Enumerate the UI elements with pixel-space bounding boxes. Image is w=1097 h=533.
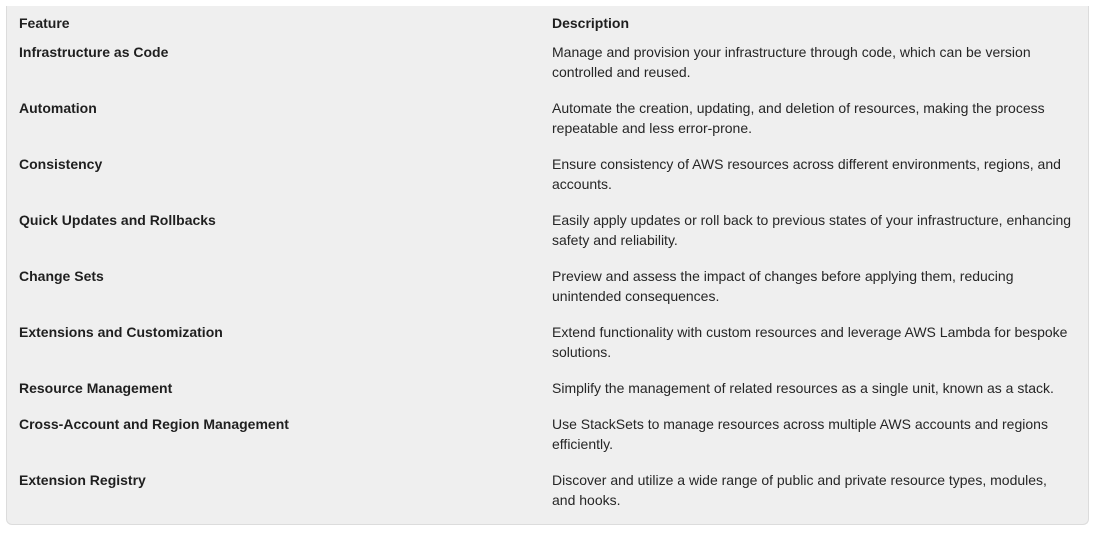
feature-table-container: Feature Description Infrastructure as Co… xyxy=(6,6,1089,525)
table-row: Infrastructure as Code Manage and provis… xyxy=(7,42,1088,98)
feature-cell: Change Sets xyxy=(19,268,104,284)
feature-cell: Automation xyxy=(19,100,97,116)
description-cell: Easily apply updates or roll back to pre… xyxy=(552,212,1072,248)
feature-cell: Quick Updates and Rollbacks xyxy=(19,212,216,228)
description-cell: Ensure consistency of AWS resources acro… xyxy=(552,156,1061,192)
description-cell: Simplify the management of related resou… xyxy=(552,380,1054,396)
feature-cell: Extensions and Customization xyxy=(19,324,223,340)
description-cell: Use StackSets to manage resources across… xyxy=(552,416,1048,452)
description-cell: Automate the creation, updating, and del… xyxy=(552,100,1045,136)
description-cell: Extend functionality with custom resourc… xyxy=(552,324,1068,360)
feature-cell: Extension Registry xyxy=(19,472,146,488)
table-row: Change Sets Preview and assess the impac… xyxy=(7,266,1088,322)
feature-cell: Cross-Account and Region Management xyxy=(19,416,289,432)
description-cell: Preview and assess the impact of changes… xyxy=(552,268,1014,304)
feature-cell: Consistency xyxy=(19,156,103,172)
feature-cell: Infrastructure as Code xyxy=(19,44,169,60)
table-row: Extensions and Customization Extend func… xyxy=(7,322,1088,378)
header-feature: Feature xyxy=(19,15,70,31)
header-description: Description xyxy=(552,15,630,31)
table-row: Consistency Ensure consistency of AWS re… xyxy=(7,154,1088,210)
table-row: Resource Management Simplify the managem… xyxy=(7,378,1088,414)
table-row: Quick Updates and Rollbacks Easily apply… xyxy=(7,210,1088,266)
description-cell: Discover and utilize a wide range of pub… xyxy=(552,472,1047,508)
table-header-row: Feature Description xyxy=(7,6,1088,42)
feature-cell: Resource Management xyxy=(19,380,173,396)
feature-table: Feature Description Infrastructure as Co… xyxy=(7,6,1088,526)
table-row: Automation Automate the creation, updati… xyxy=(7,98,1088,154)
table-row: Cross-Account and Region Management Use … xyxy=(7,414,1088,470)
description-cell: Manage and provision your infrastructure… xyxy=(552,44,1031,80)
table-row: Extension Registry Discover and utilize … xyxy=(7,470,1088,526)
